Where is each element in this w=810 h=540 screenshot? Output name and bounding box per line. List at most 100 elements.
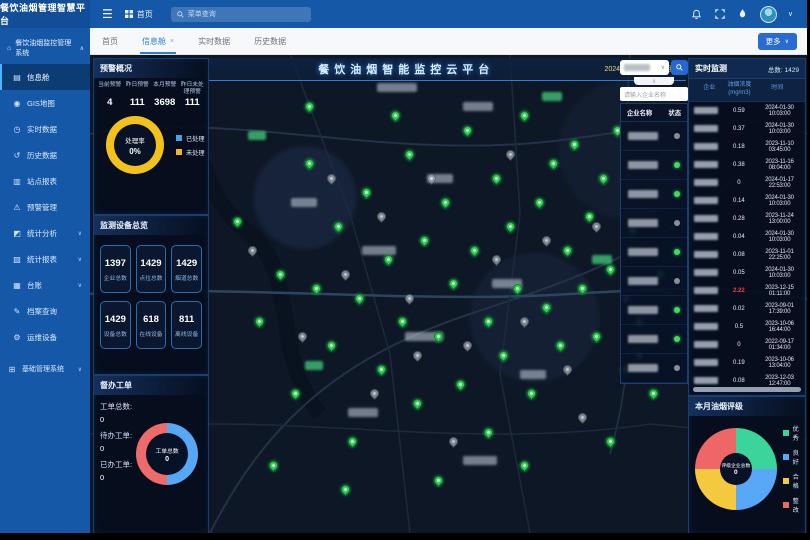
time-cell: 2024-01-30 10:03:00: [754, 267, 805, 279]
enterprise-row[interactable]: [621, 122, 687, 151]
realtime-row[interactable]: 0.142024-01-30 10:03:00: [689, 192, 805, 210]
analysis-icon: ◩: [12, 229, 22, 238]
hamburger-menu-icon[interactable]: ☰: [102, 7, 113, 21]
stat-label: 设备总数: [101, 329, 130, 338]
concentration-cell: 0.19: [724, 360, 754, 366]
dashboard-banner: 餐饮油烟智能监控云平台 2024/1/30 10:03 星期二: [208, 58, 686, 81]
legend-item-良好: 良好: [783, 448, 805, 466]
enterprise-name-redacted: [694, 143, 718, 150]
sidebar-item-GIS地图[interactable]: ◉GIS地图: [0, 90, 90, 116]
realtime-row[interactable]: 02024-01-17 22:53:00: [689, 174, 805, 192]
collapse-toggle[interactable]: ∧: [634, 77, 674, 85]
device-stat-设备总数: 1429设备总数: [100, 301, 131, 349]
region-select[interactable]: ∨: [620, 60, 669, 75]
sidebar-item-实时数据[interactable]: ◷实时数据: [0, 116, 90, 142]
warning-chart: 处理率 0% 已处理未处理: [94, 116, 208, 174]
sidebar-item-运维设备[interactable]: ⚙运维设备: [0, 324, 90, 350]
sidebar-item-信息舱[interactable]: ▤ 信息舱: [0, 64, 90, 90]
avatar[interactable]: [760, 6, 777, 23]
stat-value: 811: [172, 314, 201, 325]
realtime-row[interactable]: 0.192023-10-06 13:04:00: [689, 354, 805, 372]
enterprise-row[interactable]: [621, 238, 687, 267]
sidebar-nav: ▤ 信息舱 ◉GIS地图◷实时数据↺历史数据▥站点报表⚠预警管理◩统计分析∨▧统计报…: [0, 64, 90, 382]
realtime-row[interactable]: 0.022023-09-01 17:39:00: [689, 300, 805, 318]
tab-首页[interactable]: 首页: [90, 28, 130, 54]
realtime-row[interactable]: 0.082023-11-01 22:25:00: [689, 246, 805, 264]
enterprise-row[interactable]: [621, 354, 687, 383]
realtime-row[interactable]: 0.052024-01-30 10:03:00: [689, 264, 805, 282]
realtime-row[interactable]: 0.372024-01-30 10:03:00: [689, 120, 805, 138]
stat-label: 在线设备: [137, 329, 166, 338]
close-icon[interactable]: ×: [170, 38, 174, 45]
stat-label: 昨日预警: [124, 82, 152, 96]
realtime-row[interactable]: 2.222023-12-15 01:11:00: [689, 282, 805, 300]
chevron-down-icon: ∨: [78, 282, 82, 289]
warning-stat: 昨日未处理预警111: [179, 82, 207, 108]
enterprise-row[interactable]: [621, 325, 687, 354]
status-dot-online: [674, 162, 680, 168]
sidebar-item-统计报表[interactable]: ▧统计报表∨: [0, 246, 90, 272]
dashboard-icon: ▤: [12, 73, 22, 82]
app-logo: 餐饮油烟管理智慧平台: [0, 0, 90, 28]
legend-item-已处理: 已处理: [176, 134, 205, 143]
status-dot-online: [674, 191, 680, 197]
realtime-monitor-panel: 实时监测 总数: 1429 企业 油烟浓度(mg/m3) 时间 0.592024…: [688, 58, 806, 396]
notification-icon[interactable]: [691, 8, 703, 20]
time-cell: 2024-01-30 10:03:00: [754, 123, 805, 135]
enterprise-name-redacted: [628, 161, 658, 169]
realtime-row[interactable]: 0.182023-11-10 03:45:00: [689, 138, 805, 156]
sidebar-item-预警管理[interactable]: ⚠预警管理: [0, 194, 90, 220]
theme-icon[interactable]: [737, 8, 749, 20]
sidebar-group-restaurant-system[interactable]: ⌂ 餐饮油烟监控管理系统 ∧: [0, 28, 90, 64]
enterprise-name-redacted: [694, 179, 718, 186]
enterprise-row[interactable]: [621, 296, 687, 325]
stat-label: 烟道总数: [172, 273, 201, 282]
realtime-row[interactable]: 02022-09-17 01:34:00: [689, 336, 805, 354]
chevron-down-icon: ∨: [785, 38, 789, 45]
sidebar-item-label: 信息舱: [27, 72, 50, 83]
tab-历史数据[interactable]: 历史数据: [242, 28, 298, 54]
realtime-row[interactable]: 0.382023-11-16 08:04:00: [689, 156, 805, 174]
enterprise-name-redacted: [628, 248, 658, 256]
sidebar-item-站点报表[interactable]: ▥站点报表: [0, 168, 90, 194]
time-cell: 2023-12-15 01:11:00: [754, 285, 805, 297]
stat-label: 工单总数:: [100, 401, 132, 412]
realtime-row[interactable]: 0.282023-11-24 13:00:00: [689, 210, 805, 228]
enterprise-row[interactable]: [621, 267, 687, 296]
enterprise-name-redacted: [694, 269, 718, 276]
more-button[interactable]: 更多 ∨: [758, 33, 797, 50]
map-label-redacted: [348, 408, 378, 417]
enterprise-row[interactable]: [621, 209, 687, 238]
enterprise-name-redacted: [694, 341, 718, 348]
enterprise-name-redacted: [694, 107, 718, 114]
panel-title: 监测设备总览: [94, 216, 208, 235]
warning-stats: 当前预警4昨日预警111本月预警3698昨日未处理预警111: [94, 78, 208, 108]
tab-实时数据[interactable]: 实时数据: [186, 28, 242, 54]
legend-swatch: [783, 430, 789, 436]
device-stats: 1397企业总数1429点位总数1429烟道总数1429设备总数618在线设备8…: [94, 235, 208, 359]
map-label-redacted: [520, 370, 546, 379]
legend-label: 良好: [793, 448, 805, 466]
sidebar-item-统计分析[interactable]: ◩统计分析∨: [0, 220, 90, 246]
enterprise-row[interactable]: [621, 180, 687, 209]
sidebar-item-档案查询[interactable]: ✎档案查询: [0, 298, 90, 324]
enterprise-search-button[interactable]: [671, 60, 688, 75]
enterprise-name-input[interactable]: 请输入企业名称: [620, 87, 688, 101]
ledger-icon: ▦: [12, 281, 22, 290]
sidebar-item-基础管理系统[interactable]: ⊞基础管理系统∨: [0, 356, 90, 382]
sidebar-item-台账[interactable]: ▦台账∨: [0, 272, 90, 298]
fullscreen-icon[interactable]: [714, 8, 726, 20]
chevron-down-icon[interactable]: ∨: [788, 10, 793, 18]
breadcrumb[interactable]: 首页: [125, 9, 153, 20]
stat-value: 0: [100, 473, 132, 482]
tab-信息舱[interactable]: 信息舱×: [130, 28, 186, 54]
realtime-row[interactable]: 0.592024-01-30 10:03:00: [689, 102, 805, 120]
enterprise-cell: [689, 377, 724, 384]
sidebar-item-历史数据[interactable]: ↺历史数据: [0, 142, 90, 168]
realtime-row[interactable]: 0.042024-01-30 10:03:00: [689, 228, 805, 246]
enterprise-row[interactable]: [621, 151, 687, 180]
horizontal-scrollbar[interactable]: [693, 387, 801, 392]
realtime-row[interactable]: 0.52023-10-06 16:44:00: [689, 318, 805, 336]
device-icon: ⚙: [12, 333, 22, 342]
menu-search-input[interactable]: 菜单查询: [171, 7, 311, 22]
